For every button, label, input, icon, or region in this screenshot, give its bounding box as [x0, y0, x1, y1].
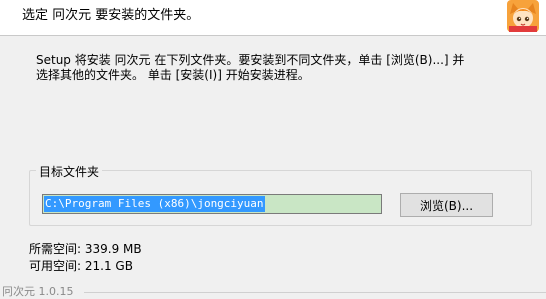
required-space-label: 所需空间: [29, 242, 82, 256]
header-panel: 选定 冋次元 要安装的文件夹。 [0, 0, 546, 36]
footer-brand: 冋次元 1.0.15 [2, 285, 74, 298]
required-space-value: 339.9 MB [84, 242, 142, 256]
destination-folder-label: 目标文件夹 [36, 163, 103, 180]
available-space-value: 21.1 GB [84, 259, 133, 273]
setup-instructions: Setup 将安装 冋次元 在下列文件夹。要安装到不同文件夹，单击 [浏览(B)… [36, 53, 465, 82]
destination-path-selected-text[interactable]: C:\Program Files (x86)\jongciyuan [44, 196, 265, 212]
required-space-row: 所需空间: 339.9 MB [29, 240, 142, 257]
anime-character-logo-icon [507, 0, 539, 32]
available-space-row: 可用空间: 21.1 GB [29, 257, 133, 274]
header-title: 选定 冋次元 要安装的文件夹。 [22, 8, 200, 23]
available-space-label: 可用空间: [29, 259, 82, 273]
footer-divider [84, 292, 546, 293]
browse-button[interactable]: 浏览(B)... [400, 193, 493, 217]
